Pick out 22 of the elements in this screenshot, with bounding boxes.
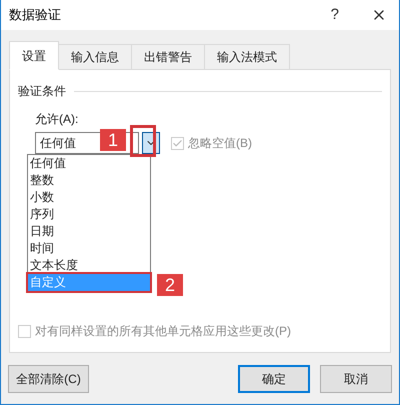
checkbox-label: 忽略空值(B) xyxy=(188,135,252,152)
tab[interactable]: 输入法模式 xyxy=(204,44,290,70)
dialog-button[interactable]: 确定 xyxy=(238,365,310,393)
tab[interactable]: 设置 xyxy=(9,41,59,70)
dropdown-option[interactable]: 日期 xyxy=(28,223,150,240)
highlight-frame xyxy=(130,125,156,157)
dropdown-option[interactable]: 整数 xyxy=(28,172,150,189)
help-button[interactable]: ? xyxy=(330,4,339,26)
dialog-button[interactable]: 取消 xyxy=(320,365,392,393)
dropdown-option[interactable]: 文本长度 xyxy=(28,257,150,274)
check-icon xyxy=(172,138,183,148)
dropdown-option[interactable]: 任何值 xyxy=(28,155,150,172)
dialog-button[interactable]: 全部清除(C) xyxy=(8,365,89,393)
dropdown-option[interactable]: 小数 xyxy=(28,189,150,206)
dropdown-option[interactable]: 序列 xyxy=(28,206,150,223)
window-title: 数据验证 xyxy=(9,6,62,24)
callout-badge: 1 xyxy=(100,129,126,151)
dropdown-option[interactable]: 时间 xyxy=(28,240,150,257)
section-title: 验证条件 xyxy=(18,83,66,100)
callout-badge: 2 xyxy=(157,274,183,296)
checkbox-label: 对有同样设置的所有其他单元格应用这些更改(P) xyxy=(35,323,291,340)
field-label: 允许(A): xyxy=(35,111,80,128)
